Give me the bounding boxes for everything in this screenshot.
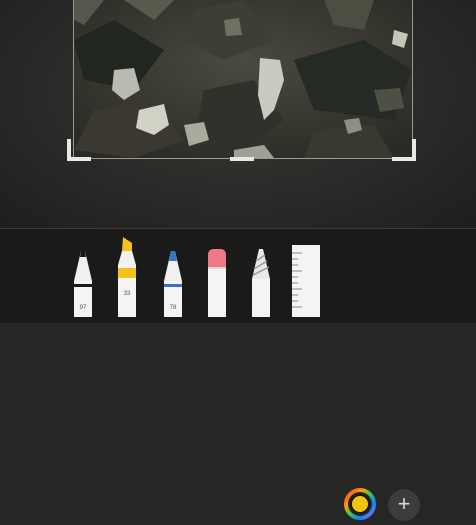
photo-image bbox=[73, 0, 413, 159]
markup-toolbar: 97 33 78 + bbox=[0, 228, 476, 521]
marker-width-label: 33 bbox=[123, 291, 131, 297]
pen-tool[interactable]: 97 bbox=[72, 247, 94, 317]
crop-handle-bottom-middle[interactable] bbox=[230, 157, 254, 161]
eraser-tool[interactable] bbox=[206, 247, 228, 317]
pen-width-label: 97 bbox=[79, 305, 87, 311]
pencil-width-label: 78 bbox=[169, 305, 177, 311]
color-wheel-icon bbox=[344, 488, 376, 520]
lasso-tool[interactable] bbox=[250, 247, 272, 317]
marker-icon bbox=[118, 237, 136, 317]
marker-tool[interactable]: 33 bbox=[116, 235, 138, 317]
lasso-icon bbox=[252, 249, 270, 317]
crop-handle-bottom-right-h[interactable] bbox=[392, 157, 416, 161]
drawing-canvas[interactable] bbox=[0, 0, 476, 228]
pencil-tool[interactable]: 78 bbox=[162, 247, 184, 317]
color-picker-button[interactable] bbox=[344, 488, 376, 520]
add-button[interactable]: + bbox=[388, 489, 420, 521]
crop-handle-bottom-left-h[interactable] bbox=[67, 157, 91, 161]
ruler-icon bbox=[292, 245, 320, 317]
eraser-icon bbox=[208, 249, 226, 317]
ruler-tool[interactable] bbox=[290, 245, 322, 317]
granite-texture bbox=[74, 0, 412, 158]
